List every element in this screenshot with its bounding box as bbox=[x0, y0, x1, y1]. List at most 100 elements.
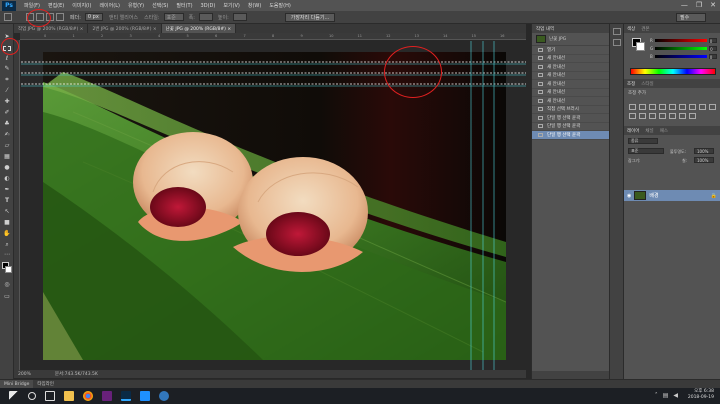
style-select[interactable]: 표준 bbox=[163, 13, 184, 21]
hue-saturation-icon[interactable] bbox=[679, 104, 686, 110]
width-input[interactable] bbox=[198, 13, 213, 21]
tray-arrow-icon[interactable]: ˄ bbox=[655, 392, 658, 399]
vertical-ruler[interactable] bbox=[14, 40, 20, 370]
blue-value[interactable]: 0 bbox=[708, 53, 717, 60]
history-item[interactable]: 단일 행 선택 윤곽 bbox=[532, 131, 609, 140]
history-item[interactable]: 새 안내선 bbox=[532, 89, 609, 97]
menu-view[interactable]: 보기(V) bbox=[223, 2, 240, 9]
intersect-selection-icon[interactable] bbox=[56, 13, 64, 21]
tab-document-3[interactable]: 난꽃 JPG @ 200% (RGB/8#) × bbox=[161, 24, 237, 33]
app-icon[interactable] bbox=[140, 391, 150, 401]
menu-help[interactable]: 도움말(H) bbox=[269, 2, 290, 9]
photoshop-taskbar-icon[interactable] bbox=[121, 391, 131, 401]
edge-icon[interactable] bbox=[159, 391, 169, 401]
blend-mode-select[interactable]: 표준 bbox=[628, 148, 664, 154]
workspace-select[interactable]: 필수 bbox=[676, 13, 706, 22]
document-size[interactable]: 문서:743.5K/743.5K bbox=[55, 371, 98, 377]
history-item[interactable]: 새 안내선 bbox=[532, 55, 609, 63]
type-tool-icon[interactable]: T bbox=[3, 198, 11, 204]
search-icon[interactable] bbox=[28, 392, 36, 400]
history-item[interactable]: 열기 bbox=[532, 46, 609, 55]
quick-select-tool-icon[interactable]: ✎ bbox=[3, 66, 11, 72]
visual-studio-icon[interactable] bbox=[102, 391, 112, 401]
invert-icon[interactable] bbox=[649, 113, 656, 119]
tab-adjustments[interactable]: 조정 bbox=[627, 81, 635, 87]
posterize-icon[interactable] bbox=[659, 113, 666, 119]
black-white-icon[interactable] bbox=[699, 104, 706, 110]
color-balance-icon[interactable] bbox=[689, 104, 696, 110]
path-select-tool-icon[interactable]: ↖ bbox=[3, 209, 11, 215]
volume-icon[interactable]: ◀ bbox=[673, 392, 678, 399]
healing-brush-tool-icon[interactable]: ✚ bbox=[3, 99, 11, 105]
feather-input[interactable]: 0 px bbox=[84, 13, 103, 21]
eraser-tool-icon[interactable]: ▱ bbox=[3, 143, 11, 149]
menu-window[interactable]: 창(W) bbox=[248, 2, 261, 9]
color-panel-background[interactable] bbox=[636, 42, 645, 51]
brush-tool-icon[interactable]: ✐ bbox=[3, 110, 11, 116]
clone-stamp-tool-icon[interactable]: ♣ bbox=[3, 121, 11, 127]
blue-slider[interactable] bbox=[654, 54, 707, 58]
more-tools-icon[interactable]: ⋯ bbox=[3, 252, 11, 258]
brightness-icon[interactable] bbox=[629, 104, 636, 110]
green-slider[interactable] bbox=[655, 46, 708, 50]
curves-icon[interactable] bbox=[649, 104, 656, 110]
tab-paths[interactable]: 패스 bbox=[660, 128, 668, 134]
opacity-input[interactable]: 100% bbox=[694, 148, 714, 154]
menu-select[interactable]: 선택(S) bbox=[152, 2, 168, 9]
menu-file[interactable]: 파일(F) bbox=[24, 2, 40, 9]
tab-color[interactable]: 색상 bbox=[627, 26, 635, 32]
maximize-icon[interactable]: ❐ bbox=[696, 1, 702, 9]
file-explorer-icon[interactable] bbox=[64, 391, 74, 401]
history-item[interactable]: 단일 행 선택 윤곽 bbox=[532, 123, 609, 131]
fill-input[interactable]: 100% bbox=[694, 157, 714, 163]
pen-tool-icon[interactable]: ✒ bbox=[3, 187, 11, 193]
dodge-tool-icon[interactable]: ◐ bbox=[3, 176, 11, 182]
green-value[interactable]: 0 bbox=[709, 45, 718, 52]
tab-document-2[interactable]: 2번 JPG @ 200% (RGB/8#) × bbox=[88, 24, 162, 33]
menu-layer[interactable]: 레이어(L) bbox=[99, 2, 120, 9]
refine-edge-button[interactable]: 가장자리 다듬기... bbox=[285, 13, 335, 22]
photo-filter-icon[interactable] bbox=[709, 104, 716, 110]
exposure-icon[interactable] bbox=[659, 104, 666, 110]
chrome-icon[interactable] bbox=[83, 391, 93, 401]
height-input[interactable] bbox=[232, 13, 247, 21]
history-item[interactable]: 새 안내선 bbox=[532, 72, 609, 80]
color-spectrum[interactable] bbox=[630, 68, 716, 75]
antialias-label[interactable]: 앤티 앨리어스 bbox=[109, 14, 138, 21]
tab-channels[interactable]: 채널 bbox=[645, 128, 653, 134]
history-item[interactable]: 단일 행 선택 윤곽 bbox=[532, 114, 609, 123]
shape-tool-icon[interactable]: ■ bbox=[3, 220, 11, 226]
menu-type[interactable]: 유형(Y) bbox=[128, 2, 144, 9]
close-icon[interactable]: ✕ bbox=[710, 1, 716, 9]
history-item[interactable]: 새 안내선 bbox=[532, 63, 609, 72]
marquee-tool-preset-icon[interactable] bbox=[4, 13, 12, 21]
history-item[interactable]: 직접 선택 브러시 bbox=[532, 106, 609, 114]
task-view-icon[interactable] bbox=[45, 391, 55, 401]
tab-swatches[interactable]: 견본 bbox=[641, 26, 649, 32]
zoom-level[interactable]: 200% bbox=[14, 372, 35, 377]
menu-edit[interactable]: 편집(E) bbox=[48, 2, 64, 9]
background-color-swatch[interactable] bbox=[5, 266, 12, 273]
screen-mode-icon[interactable]: ▭ bbox=[3, 294, 11, 300]
horizontal-ruler[interactable]: 0 1 2 3 4 5 6 7 8 9 10 11 12 13 14 15 16 bbox=[20, 33, 526, 40]
tab-layers[interactable]: 레이어 bbox=[627, 128, 639, 134]
hand-tool-icon[interactable]: ✋ bbox=[3, 231, 11, 237]
tab-styles[interactable]: 스타일 bbox=[641, 81, 653, 87]
red-slider[interactable] bbox=[654, 38, 707, 42]
gradient-map-icon[interactable] bbox=[679, 113, 686, 119]
zoom-tool-icon[interactable]: ⌕ bbox=[3, 242, 11, 248]
clock[interactable]: 오후 6:38 2018-09-19 bbox=[688, 389, 714, 401]
red-value[interactable]: 0 bbox=[708, 37, 717, 44]
tab-document-1[interactable]: 작업 JPG @ 200% (RGB/8#) × bbox=[14, 24, 89, 33]
lasso-tool-icon[interactable]: ℓ bbox=[3, 56, 11, 62]
menu-image[interactable]: 이미지(I) bbox=[72, 2, 91, 9]
channel-mixer-icon[interactable] bbox=[629, 113, 636, 119]
levels-icon[interactable] bbox=[639, 104, 646, 110]
menu-3d[interactable]: 3D(D) bbox=[201, 3, 216, 9]
eyedropper-tool-icon[interactable]: ⁄ bbox=[3, 88, 11, 94]
history-snapshot[interactable]: 난꽃 JPG bbox=[532, 33, 609, 46]
history-panel-icon[interactable] bbox=[613, 28, 621, 35]
threshold-icon[interactable] bbox=[669, 113, 676, 119]
minimize-icon[interactable]: — bbox=[681, 1, 688, 9]
windows-start-icon[interactable] bbox=[9, 391, 19, 401]
